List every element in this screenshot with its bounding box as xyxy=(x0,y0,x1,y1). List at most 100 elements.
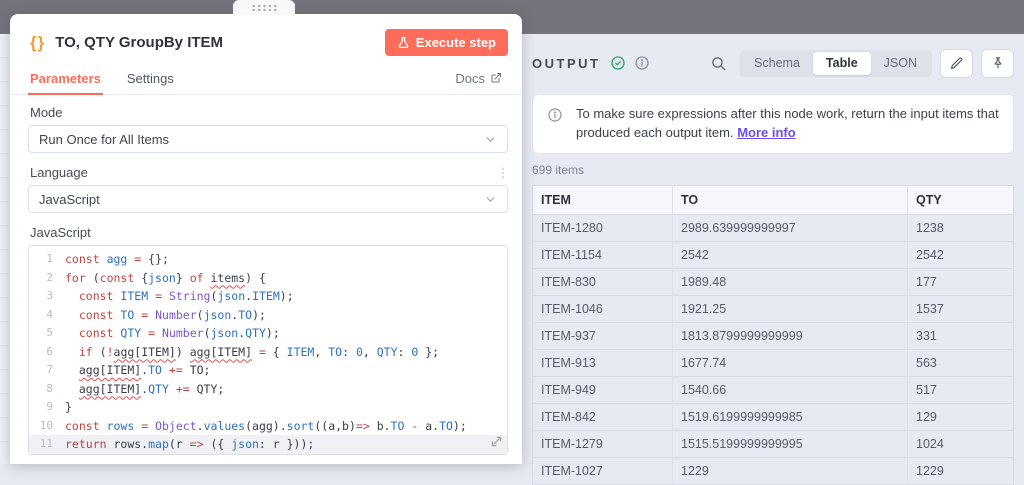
table-row[interactable]: ITEM-8301989.48177 xyxy=(533,268,1014,295)
line-number: 1 xyxy=(29,250,65,269)
table-cell: 1238 xyxy=(908,214,1014,241)
code-line-9[interactable]: 9} xyxy=(29,398,507,417)
code-text: } xyxy=(65,398,72,417)
view-json[interactable]: JSON xyxy=(871,52,930,75)
table-row[interactable]: ITEM-12802989.6399999999971238 xyxy=(533,214,1014,241)
docs-link[interactable]: Docs xyxy=(455,71,502,86)
line-number: 8 xyxy=(29,380,65,399)
edit-output-button[interactable] xyxy=(940,49,973,78)
table-cell: 1813.8799999999999 xyxy=(673,322,908,349)
table-cell: ITEM-937 xyxy=(533,322,673,349)
code-text: for (const {json} of items) { xyxy=(65,269,266,288)
code-text: agg[ITEM].QTY += QTY; xyxy=(65,380,224,399)
table-cell: 1989.48 xyxy=(673,268,908,295)
mode-select[interactable]: Run Once for All Items xyxy=(28,125,508,153)
table-cell: ITEM-1027 xyxy=(533,457,673,484)
search-icon[interactable] xyxy=(710,55,727,72)
output-callout: To make sure expressions after this node… xyxy=(532,94,1014,154)
table-cell: 563 xyxy=(908,349,1014,376)
table-row[interactable]: ITEM-115425422542 xyxy=(533,241,1014,268)
table-cell: 1540.66 xyxy=(673,376,908,403)
table-row[interactable]: ITEM-9371813.8799999999999331 xyxy=(533,322,1014,349)
chevron-down-icon xyxy=(484,193,497,206)
table-row[interactable]: ITEM-10461921.251537 xyxy=(533,295,1014,322)
code-text: const agg = {}; xyxy=(65,250,169,269)
line-number: 11 xyxy=(29,435,65,454)
code-field-label: JavaScript xyxy=(30,225,508,240)
table-cell: 177 xyxy=(908,268,1014,295)
column-header-qty: QTY xyxy=(908,185,1014,214)
callout-info-icon xyxy=(547,105,563,143)
view-schema[interactable]: Schema xyxy=(741,52,813,75)
table-cell: ITEM-830 xyxy=(533,268,673,295)
table-body: ITEM-12802989.6399999999971238ITEM-11542… xyxy=(533,214,1014,484)
code-line-11[interactable]: 11return rows.map(r => ({ json: r })); xyxy=(29,435,507,454)
table-cell: 2542 xyxy=(908,241,1014,268)
code-line-1[interactable]: 1const agg = {}; xyxy=(29,250,507,269)
table-cell: 331 xyxy=(908,322,1014,349)
tab-parameters[interactable]: Parameters xyxy=(30,62,101,94)
tabs-row: Parameters Settings Docs xyxy=(10,62,522,95)
output-info-icon[interactable] xyxy=(634,55,650,71)
table-cell: ITEM-1154 xyxy=(533,241,673,268)
panel-drag-handle[interactable] xyxy=(233,0,295,15)
language-label: Language xyxy=(30,165,88,180)
table-cell: ITEM-949 xyxy=(533,376,673,403)
table-header-row: ITEMTOQTY xyxy=(533,185,1014,214)
output-table: ITEMTOQTY ITEM-12802989.6399999999971238… xyxy=(532,185,1014,485)
table-cell: 1229 xyxy=(908,457,1014,484)
table-row[interactable]: ITEM-102712291229 xyxy=(533,457,1014,484)
node-header: {} TO, QTY GroupBy ITEM Execute step xyxy=(10,14,522,56)
code-text: agg[ITEM].TO += TO; xyxy=(65,361,210,380)
code-line-6[interactable]: 6 if (!agg[ITEM]) agg[ITEM] = { ITEM, TO… xyxy=(29,343,507,362)
external-link-icon xyxy=(490,72,502,84)
line-number: 2 xyxy=(29,269,65,288)
table-cell: 1921.25 xyxy=(673,295,908,322)
table-cell: 2542 xyxy=(673,241,908,268)
code-text: if (!agg[ITEM]) agg[ITEM] = { ITEM, TO: … xyxy=(65,343,439,362)
table-cell: 2989.639999999997 xyxy=(673,214,908,241)
table-row[interactable]: ITEM-12791515.51999999999951024 xyxy=(533,430,1014,457)
mode-label: Mode xyxy=(30,105,508,120)
code-text: const rows = Object.values(agg).sort((a,… xyxy=(65,417,467,436)
output-title: OUTPUT xyxy=(532,56,600,71)
pin-icon xyxy=(991,56,1005,70)
line-number: 3 xyxy=(29,287,65,306)
code-line-7[interactable]: 7 agg[ITEM].TO += TO; xyxy=(29,361,507,380)
view-table[interactable]: Table xyxy=(813,52,871,75)
more-info-link[interactable]: More info xyxy=(737,125,796,140)
table-cell: ITEM-1280 xyxy=(533,214,673,241)
language-label-row: Language xyxy=(30,165,508,180)
table-cell: 1519.6199999999985 xyxy=(673,403,908,430)
code-line-8[interactable]: 8 agg[ITEM].QTY += QTY; xyxy=(29,380,507,399)
table-cell: 1515.5199999999995 xyxy=(673,430,908,457)
line-number: 9 xyxy=(29,398,65,417)
line-number: 7 xyxy=(29,361,65,380)
language-options-icon[interactable] xyxy=(498,167,508,179)
table-cell: ITEM-842 xyxy=(533,403,673,430)
table-cell: ITEM-1046 xyxy=(533,295,673,322)
table-cell: 1677.74 xyxy=(673,349,908,376)
editor-expand-icon[interactable] xyxy=(491,436,502,450)
pin-data-button[interactable] xyxy=(981,49,1014,78)
code-line-5[interactable]: 5 const QTY = Number(json.QTY); xyxy=(29,324,507,343)
code-text: const QTY = Number(json.QTY); xyxy=(65,324,280,343)
code-text: const ITEM = String(json.ITEM); xyxy=(65,287,294,306)
line-number: 4 xyxy=(29,306,65,325)
execute-step-button[interactable]: Execute step xyxy=(385,29,508,56)
code-line-10[interactable]: 10const rows = Object.values(agg).sort((… xyxy=(29,417,507,436)
table-row[interactable]: ITEM-9491540.66517 xyxy=(533,376,1014,403)
callout-text-block: To make sure expressions after this node… xyxy=(576,105,999,143)
table-row[interactable]: ITEM-8421519.6199999999985129 xyxy=(533,403,1014,430)
code-line-3[interactable]: 3 const ITEM = String(json.ITEM); xyxy=(29,287,507,306)
code-node-icon: {} xyxy=(30,33,45,53)
tab-settings[interactable]: Settings xyxy=(127,62,174,94)
table-row[interactable]: ITEM-9131677.74563 xyxy=(533,349,1014,376)
node-title: TO, QTY GroupBy ITEM xyxy=(55,34,385,51)
drag-dots-icon xyxy=(251,4,278,11)
code-line-2[interactable]: 2for (const {json} of items) { xyxy=(29,269,507,288)
input-panel-edge xyxy=(0,34,10,464)
code-editor[interactable]: 1const agg = {};2for (const {json} of it… xyxy=(28,245,508,455)
language-select[interactable]: JavaScript xyxy=(28,185,508,213)
code-line-4[interactable]: 4 const TO = Number(json.TO); xyxy=(29,306,507,325)
